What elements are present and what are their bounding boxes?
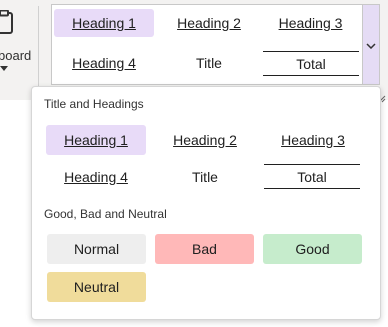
style-heading-2[interactable]: Heading 2 bbox=[155, 125, 255, 155]
clipboard-icon bbox=[0, 9, 14, 34]
gallery-style-heading-2[interactable]: Heading 2 bbox=[159, 9, 259, 37]
clipboard-group[interactable]: board bbox=[0, 0, 36, 100]
style-total[interactable]: Total bbox=[264, 164, 360, 189]
section-header-good-bad-neutral: Good, Bad and Neutral bbox=[44, 207, 167, 221]
section-header-title-and-headings: Title and Headings bbox=[44, 97, 144, 111]
style-neutral[interactable]: Neutral bbox=[47, 272, 146, 302]
chevron-down-icon bbox=[366, 36, 376, 54]
style-heading-4[interactable]: Heading 4 bbox=[46, 163, 146, 191]
group-divider bbox=[38, 6, 39, 90]
gallery-style-heading-1[interactable]: Heading 1 bbox=[54, 9, 154, 37]
cell-styles-gallery: Heading 1 Heading 2 Heading 3 Heading 4 … bbox=[51, 4, 363, 85]
style-good[interactable]: Good bbox=[263, 234, 362, 264]
style-normal[interactable]: Normal bbox=[47, 234, 146, 264]
ribbon: board Heading 1 Heading 2 Heading 3 Head… bbox=[0, 0, 388, 103]
cell-styles-dropdown: Title and Headings Heading 1 Heading 2 H… bbox=[31, 86, 381, 320]
clipboard-label: board bbox=[0, 48, 32, 63]
gallery-style-heading-4[interactable]: Heading 4 bbox=[54, 49, 154, 77]
style-title[interactable]: Title bbox=[155, 163, 255, 191]
gallery-style-title[interactable]: Title bbox=[159, 49, 259, 77]
gallery-style-total[interactable]: Total bbox=[263, 51, 359, 76]
gallery-style-heading-3[interactable]: Heading 3 bbox=[262, 9, 359, 37]
gallery-more-button[interactable] bbox=[362, 4, 380, 85]
style-bad[interactable]: Bad bbox=[155, 234, 254, 264]
chevron-down-icon[interactable] bbox=[0, 66, 8, 71]
style-heading-1[interactable]: Heading 1 bbox=[46, 125, 146, 155]
style-heading-3[interactable]: Heading 3 bbox=[264, 125, 362, 155]
